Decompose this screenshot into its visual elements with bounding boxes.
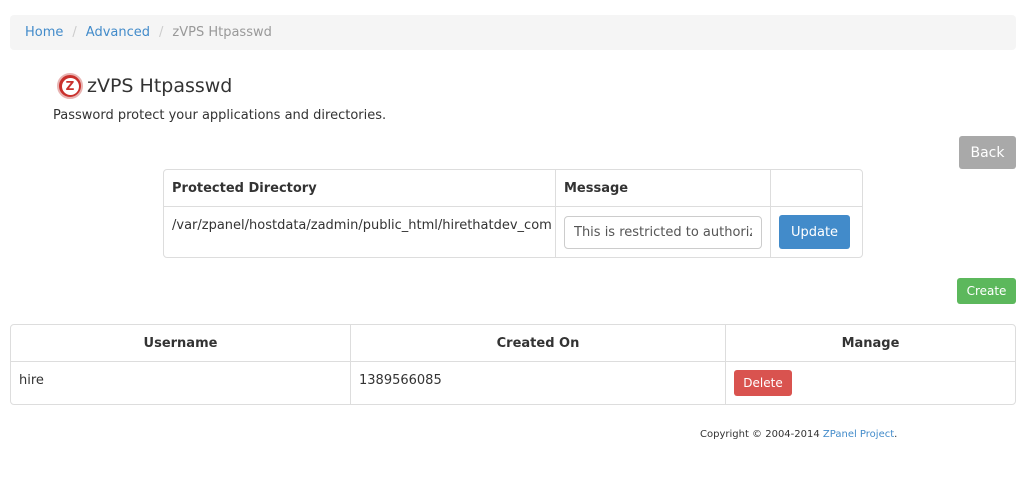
table-header-row: Username Created On Manage <box>11 325 1015 362</box>
breadcrumb-separator: / <box>159 25 164 40</box>
delete-button[interactable]: Delete <box>734 370 792 396</box>
footer: Copyright © 2004-2014 ZPanel Project. <box>700 429 897 440</box>
zpanel-project-link[interactable]: ZPanel Project <box>823 429 894 440</box>
update-cell: Update <box>771 207 862 257</box>
page-title: zVPS Htpasswd <box>87 75 233 97</box>
manage-cell: Delete <box>726 362 1015 404</box>
breadcrumb-advanced-link[interactable]: Advanced <box>86 25 150 40</box>
message-input[interactable] <box>564 215 762 249</box>
table-header-row: Protected Directory Message <box>164 170 862 207</box>
protected-directory-path: /var/zpanel/hostdata/zadmin/public_html/… <box>164 207 556 257</box>
page-header: Z zVPS Htpasswd <box>57 73 232 99</box>
column-header-actions <box>771 170 862 206</box>
table-row: /var/zpanel/hostdata/zadmin/public_html/… <box>164 207 862 257</box>
copyright-text: Copyright © 2004-2014 <box>700 429 820 440</box>
table-row: hire 1389566085 Delete <box>11 362 1015 404</box>
breadcrumb: Home / Advanced / zVPS Htpasswd <box>10 15 1016 50</box>
back-button[interactable]: Back <box>959 136 1016 169</box>
message-cell <box>556 207 771 257</box>
update-button[interactable]: Update <box>779 215 850 249</box>
protected-directory-table: Protected Directory Message /var/zpanel/… <box>163 169 863 258</box>
column-header-protected-directory: Protected Directory <box>164 170 556 206</box>
create-button[interactable]: Create <box>957 278 1016 304</box>
logo-letter: Z <box>61 77 79 95</box>
column-header-message: Message <box>556 170 771 206</box>
users-table: Username Created On Manage hire 13895660… <box>10 324 1016 405</box>
footer-suffix: . <box>894 429 898 440</box>
breadcrumb-current: zVPS Htpasswd <box>172 25 272 40</box>
column-header-username: Username <box>11 325 351 361</box>
username-cell: hire <box>11 362 351 404</box>
page-description: Password protect your applications and d… <box>53 108 387 123</box>
created-on-cell: 1389566085 <box>351 362 726 404</box>
column-header-manage: Manage <box>841 335 900 351</box>
column-header-created-on: Created On <box>351 325 726 361</box>
zpanel-logo-icon: Z <box>57 73 83 99</box>
breadcrumb-home-link[interactable]: Home <box>25 25 63 40</box>
breadcrumb-separator: / <box>72 25 77 40</box>
